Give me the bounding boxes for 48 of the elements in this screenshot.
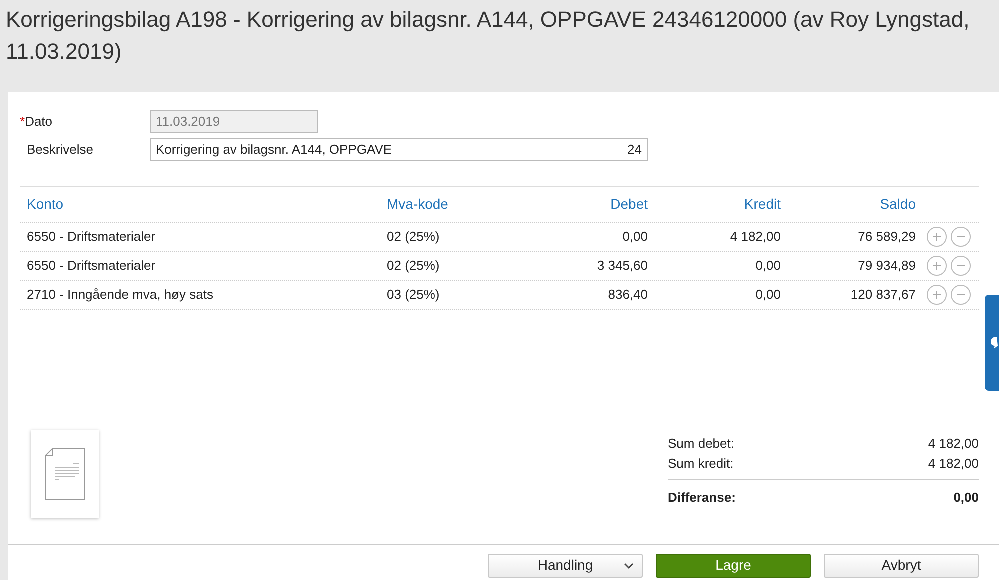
total-label: Sum kredit: <box>668 454 734 472</box>
remove-row-button[interactable] <box>951 227 971 247</box>
column-header[interactable]: Saldo <box>880 196 916 212</box>
total-label: Sum debet: <box>668 435 734 453</box>
table-cell: 0,00 <box>622 229 648 244</box>
add-row-button[interactable] <box>927 285 947 305</box>
field-label: Beskrivelse <box>27 140 94 159</box>
column-header[interactable]: Debet <box>610 196 648 212</box>
plus-icon <box>932 290 942 300</box>
page-title: Korrigeringsbilag A198 - Korrigering av bilagsnr. A144, OPPGAVE 24346120000 (av Roy Lyngstad, 11.03.2019) <box>6 6 971 66</box>
chevron-down-icon <box>624 562 634 568</box>
chat-bubble-icon <box>991 337 999 349</box>
total-value: 4 182,00 <box>928 454 979 472</box>
table-cell: 6550 - Driftsmaterialer <box>27 258 156 274</box>
table-cell: 120 837,67 <box>850 287 916 302</box>
total-value: 0,00 <box>954 489 979 507</box>
table-cell: 3 345,60 <box>597 258 648 274</box>
table-cell: 76 589,29 <box>858 229 916 244</box>
required-mark: * <box>20 112 26 131</box>
table-cell: 02 (25%) <box>387 229 440 244</box>
total-value: 4 182,00 <box>928 435 979 453</box>
table-cell: 0,00 <box>756 287 781 302</box>
table-cell: 03 (25%) <box>387 287 440 302</box>
column-header[interactable]: Kredit <box>744 196 781 212</box>
total-label: Differanse: <box>668 489 736 507</box>
dropdown-button[interactable]: Handling <box>488 554 643 578</box>
plus-icon <box>932 232 942 242</box>
field-label: Dato <box>25 112 53 131</box>
table-cell: 4 182,00 <box>730 229 781 244</box>
table-cell: 02 (25%) <box>387 258 440 274</box>
save-button[interactable]: Lagre <box>656 554 811 578</box>
column-header[interactable]: Mva-kode <box>387 196 448 212</box>
document-icon <box>45 448 85 500</box>
add-row-button[interactable] <box>927 256 947 276</box>
cancel-button[interactable]: Avbryt <box>824 554 979 578</box>
table-cell: 79 934,89 <box>858 258 916 274</box>
add-row-button[interactable] <box>927 227 947 247</box>
remove-row-button[interactable] <box>951 285 971 305</box>
document-thumbnail[interactable] <box>31 430 99 518</box>
remove-row-button[interactable] <box>951 256 971 276</box>
plus-icon <box>932 261 942 271</box>
table-cell: 2710 - Inngående mva, høy sats <box>27 287 214 302</box>
input-field[interactable]: Korrigering av bilagsnr. A144, OPPGAVE 24 <box>150 138 648 161</box>
table-cell: 0,00 <box>756 258 781 274</box>
table-cell: 6550 - Driftsmaterialer <box>27 229 156 244</box>
column-header[interactable]: Konto <box>27 196 64 212</box>
feedback-tab[interactable] <box>985 295 999 391</box>
table-cell: 836,40 <box>608 287 648 302</box>
